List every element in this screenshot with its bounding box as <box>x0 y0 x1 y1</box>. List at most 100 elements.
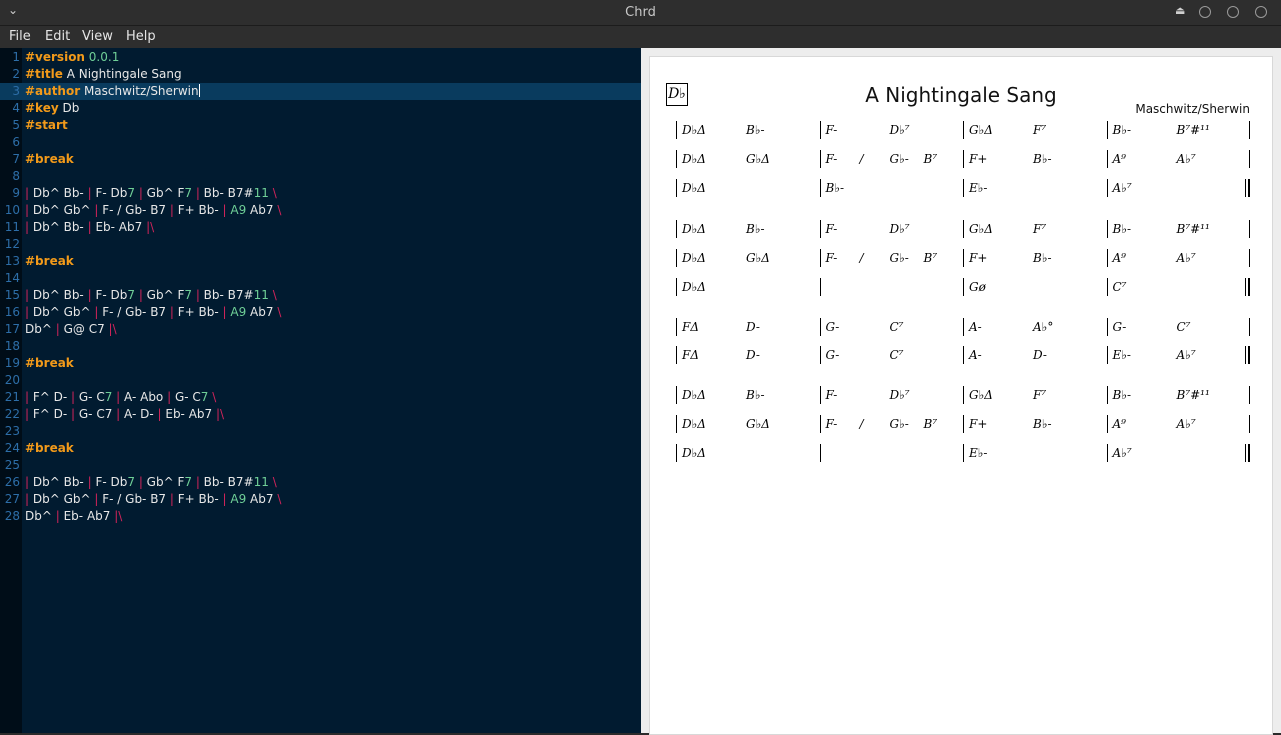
code-token: Gb^ F <box>146 288 185 302</box>
line-code: | Db^ Gb^ | F- / Gb- B7 | F+ Bb- | A9 Ab… <box>25 305 281 319</box>
chord-symbol: D♭Δ <box>682 417 706 431</box>
chord-symbol: B♭- <box>1033 251 1052 265</box>
chord-symbol: C⁷ <box>889 320 904 334</box>
barline <box>676 278 677 296</box>
line-code: | Db^ Bb- | F- Db7 | Gb^ F7 | Bb- B7#11 … <box>25 288 277 302</box>
code-token: F- / Gb- B7 <box>102 492 170 506</box>
chord-symbol: / <box>859 152 864 166</box>
menu-view[interactable]: View <box>82 29 113 44</box>
chord-symbol: F- <box>825 388 838 402</box>
editor-line[interactable]: 28 Db^ | Eb- Ab7 |\ <box>0 508 641 525</box>
code-token: | <box>25 186 33 200</box>
code-token: #break <box>25 254 74 268</box>
chord-symbol: C⁷ <box>1176 320 1191 334</box>
editor-line[interactable]: 4 #key Db <box>0 100 641 117</box>
code-token: Bb- B7# <box>203 288 254 302</box>
source-editor[interactable]: 1 #version 0.0.1 2 #title A Nightingale San… <box>0 48 641 733</box>
code-token: | <box>116 407 125 421</box>
line-code: Db^ | G@ C7 |\ <box>25 322 117 336</box>
maximize-button[interactable] <box>1227 6 1239 18</box>
chord-symbol: FΔ <box>682 320 699 334</box>
line-code: #break <box>25 356 74 370</box>
chord-symbol: D- <box>746 348 760 362</box>
code-token: |\ <box>114 509 123 523</box>
editor-line[interactable]: 6 <box>0 134 641 151</box>
code-token: 11 <box>253 475 269 489</box>
chord-symbol: F- <box>825 417 838 431</box>
menu-file[interactable]: File <box>9 29 31 44</box>
barline <box>1106 415 1108 433</box>
editor-line[interactable]: 25 <box>0 457 641 474</box>
code-token: A9 <box>230 305 247 319</box>
editor-line[interactable]: 1 #version 0.0.1 <box>0 49 641 66</box>
line-number: 23 <box>4 424 20 438</box>
line-number: 1 <box>12 50 20 64</box>
editor-line[interactable]: 14 <box>0 270 641 287</box>
final-barline <box>1245 179 1250 197</box>
minimize-button[interactable] <box>1199 6 1211 18</box>
code-token: | <box>25 492 33 506</box>
editor-line[interactable]: 24 #break <box>0 440 641 457</box>
line-code: | Db^ Bb- | F- Db7 | Gb^ F7 | Bb- B7#11 … <box>25 186 277 200</box>
chord-symbol: G- <box>825 320 840 334</box>
editor-line[interactable]: 26 | Db^ Bb- | F- Db7 | Gb^ F7 | Bb- B7#1… <box>0 474 641 491</box>
code-token: F^ D- <box>32 407 72 421</box>
editor-line[interactable]: 12 <box>0 236 641 253</box>
editor-line[interactable]: 7 #break <box>0 151 641 168</box>
chord-symbol: C⁷ <box>889 348 904 362</box>
editor-line[interactable]: 8 <box>0 168 641 185</box>
editor-line[interactable]: 5 #start <box>0 117 641 134</box>
editor-line[interactable]: 20 <box>0 372 641 389</box>
code-token: Db^ Bb- <box>32 475 88 489</box>
editor-line[interactable]: 23 <box>0 423 641 440</box>
chord-symbol: G♭Δ <box>746 417 770 431</box>
chord-symbol: FΔ <box>682 348 699 362</box>
barline <box>1249 220 1250 238</box>
code-token: #break <box>25 356 74 370</box>
chord-symbol: D♭Δ <box>682 181 706 195</box>
editor-line[interactable]: 17 Db^ | G@ C7 |\ <box>0 321 641 338</box>
chord-symbol: B♭- <box>746 123 765 137</box>
editor-line[interactable]: 2 #title A Nightingale Sang <box>0 66 641 83</box>
barline <box>819 249 821 267</box>
lead-sheet: D♭ A Nightingale Sang Maschwitz/Sherwin … <box>649 56 1273 735</box>
editor-line[interactable]: 18 <box>0 338 641 355</box>
chord-symbol: F⁷ <box>1033 388 1047 402</box>
chord-symbol: G♭Δ <box>746 152 770 166</box>
barline <box>963 179 964 197</box>
menu-edit[interactable]: Edit <box>45 29 70 44</box>
chord-symbol: F+ <box>969 417 988 431</box>
editor-line[interactable]: 3 #author Maschwitz/Sherwin <box>0 83 641 100</box>
editor-line[interactable]: 11 | Db^ Bb- | Eb- Ab7 |\ <box>0 219 641 236</box>
code-token: 7 <box>127 186 135 200</box>
editor-line[interactable]: 27 | Db^ Gb^ | F- / Gb- B7 | F+ Bb- | A9 … <box>0 491 641 508</box>
chord-symbol: B⁷#¹¹ <box>1176 123 1210 137</box>
line-number: 13 <box>4 254 20 268</box>
editor-line[interactable]: 13 #break <box>0 253 641 270</box>
code-token: | <box>25 288 33 302</box>
code-token: 11 <box>253 288 269 302</box>
editor-line[interactable]: 10 | Db^ Gb^ | F- / Gb- B7 | F+ Bb- | A9 … <box>0 202 641 219</box>
editor-line[interactable]: 15 | Db^ Bb- | F- Db7 | Gb^ F7 | Bb- B7#1… <box>0 287 641 304</box>
menu-help[interactable]: Help <box>126 29 156 44</box>
code-token: \ <box>268 186 277 200</box>
line-number: 21 <box>4 390 20 404</box>
editor-line[interactable]: 16 | Db^ Gb^ | F- / Gb- B7 | F+ Bb- | A9 … <box>0 304 641 321</box>
chord-symbol: B⁷ <box>923 417 938 431</box>
code-token: \ <box>277 305 282 319</box>
chord-symbol: G♭- <box>889 251 909 265</box>
eject-icon[interactable]: ⏏ <box>1175 4 1185 17</box>
line-code: #key Db <box>25 101 79 115</box>
close-button[interactable] <box>1255 6 1267 18</box>
barline <box>963 318 964 336</box>
editor-line[interactable]: 21 | F^ D- | G- C7 | A- Abo | G- C7 \ <box>0 389 641 406</box>
editor-line[interactable]: 9 | Db^ Bb- | F- Db7 | Gb^ F7 | Bb- B7#11… <box>0 185 641 202</box>
chord-symbol: A♭⁷ <box>1112 446 1132 460</box>
code-token: #key <box>25 101 59 115</box>
final-barline <box>1245 444 1250 462</box>
code-token: | <box>25 220 33 234</box>
editor-line[interactable]: 22 | F^ D- | G- C7 | A- D- | Eb- Ab7 |\ <box>0 406 641 423</box>
line-number: 3 <box>12 84 20 98</box>
code-token: Db^ Gb^ <box>32 492 95 506</box>
editor-line[interactable]: 19 #break <box>0 355 641 372</box>
